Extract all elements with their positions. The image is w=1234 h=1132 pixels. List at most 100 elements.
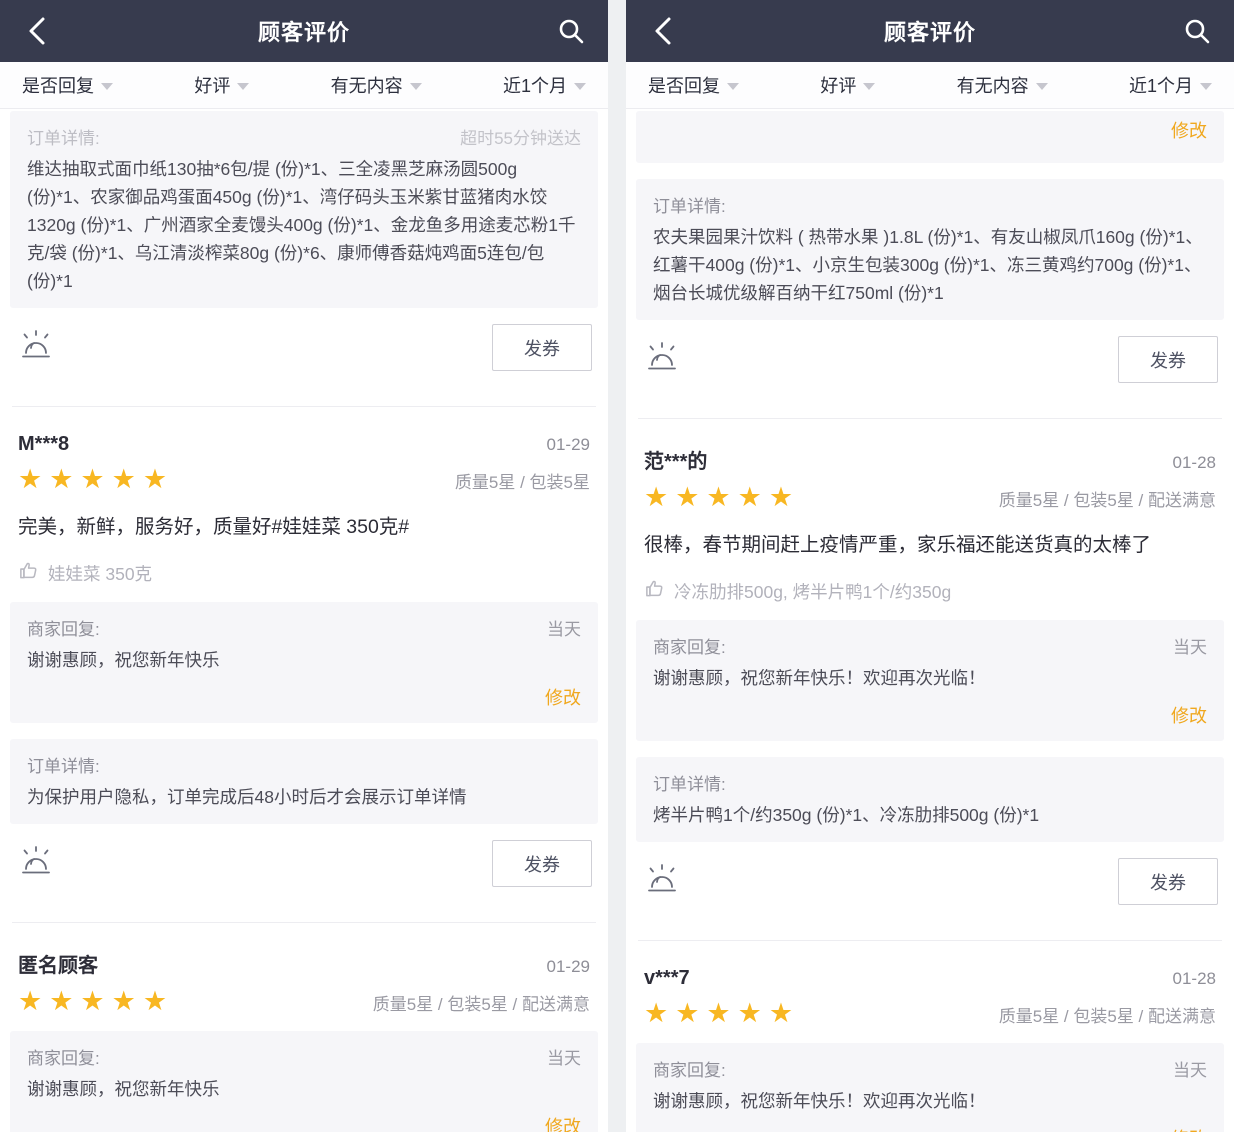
modify-reply-link[interactable]: 修改 (653, 1125, 1207, 1132)
rating-breakdown: 质量5星 / 包装5星 (455, 468, 590, 493)
chevron-down-icon (410, 83, 422, 90)
review-date: 01-28 (1173, 969, 1216, 989)
order-details-label: 订单详情: (27, 752, 100, 777)
merchant-reply-text: 谢谢惠顾，祝您新年快乐！欢迎再次光临！ (653, 664, 1207, 692)
review-card: M***8 01-29 ★★★★★ 质量5星 / 包装5星 完美，新鲜，服务好，… (10, 433, 598, 887)
filter-rating-label: 好评 (194, 72, 230, 98)
modify-reply-link[interactable]: 修改 (653, 117, 1207, 143)
alarm-icon[interactable] (18, 329, 54, 366)
modify-reply-link[interactable]: 修改 (653, 702, 1207, 728)
star-rating: ★★★★★ (18, 988, 174, 1015)
star-rating: ★★★★★ (18, 466, 174, 493)
dual-screenshot-container: 顾客评价 是否回复 好评 有无内容 近1个月 订单详情: 超时55分钟送达 维达… (0, 0, 1234, 1132)
order-privacy-note: 为保护用户隐私，订单完成后48小时后才会展示订单详情 (27, 783, 581, 811)
thumb-up-icon (18, 560, 39, 586)
alarm-icon[interactable] (18, 845, 54, 882)
rating-breakdown: 质量5星 / 包装5星 / 配送满意 (999, 486, 1216, 511)
page-title: 顾客评价 (258, 15, 350, 47)
thumb-up-icon (644, 578, 665, 604)
review-date: 01-29 (547, 435, 590, 455)
filter-period[interactable]: 近1个月 (1129, 72, 1212, 98)
filter-rating[interactable]: 好评 (820, 72, 875, 98)
page-title: 顾客评价 (884, 15, 976, 47)
back-icon[interactable] (20, 14, 54, 48)
left-screen: 顾客评价 是否回复 好评 有无内容 近1个月 订单详情: 超时55分钟送达 维达… (0, 0, 608, 1132)
filter-content-label: 有无内容 (957, 72, 1029, 98)
merchant-reply-label: 商家回复: (27, 615, 100, 640)
merchant-reply-label: 商家回复: (653, 633, 726, 658)
star-rating: ★★★★★ (644, 484, 800, 511)
order-details-box: 订单详情: 农夫果园果汁饮料 ( 热带水果 )1.8L (份)*1、有友山椒凤爪… (636, 179, 1224, 320)
order-details-label: 订单详情: (653, 770, 726, 795)
filter-reply-label: 是否回复 (648, 72, 720, 98)
alarm-icon[interactable] (644, 341, 680, 378)
issue-coupon-button[interactable]: 发券 (492, 840, 592, 887)
search-icon[interactable] (1180, 14, 1214, 48)
rating-breakdown: 质量5星 / 包装5星 / 配送满意 (999, 1002, 1216, 1027)
review-divider (638, 940, 1222, 941)
search-icon[interactable] (554, 14, 588, 48)
reviewer-name: v***7 (644, 967, 690, 990)
order-details-box: 订单详情: 为保护用户隐私，订单完成后48小时后才会展示订单详情 (10, 739, 598, 824)
filter-reply-status[interactable]: 是否回复 (648, 72, 739, 98)
right-app-header: 顾客评价 (626, 0, 1234, 62)
chevron-down-icon (1200, 83, 1212, 90)
filter-reply-label: 是否回复 (22, 72, 94, 98)
review-card: v***7 01-28 ★★★★★ 质量5星 / 包装5星 / 配送满意 商家回… (636, 967, 1224, 1132)
chevron-down-icon (727, 83, 739, 90)
merchant-reply-box: 商家回复: 当天 谢谢惠顾，祝您新年快乐！欢迎再次光临！ 修改 (636, 1043, 1224, 1132)
chevron-down-icon (101, 83, 113, 90)
alarm-icon[interactable] (644, 863, 680, 900)
rating-breakdown: 质量5星 / 包装5星 / 配送满意 (373, 990, 590, 1015)
reviewer-name: M***8 (18, 433, 69, 456)
reply-time: 当天 (1173, 1056, 1207, 1081)
filter-content[interactable]: 有无内容 (957, 72, 1048, 98)
filter-content[interactable]: 有无内容 (331, 72, 422, 98)
action-row: 发券 (644, 858, 1218, 905)
reply-time: 当天 (547, 1044, 581, 1069)
action-row: 发券 (18, 840, 592, 887)
review-divider (638, 418, 1222, 419)
review-card: 范***的 01-28 ★★★★★ 质量5星 / 包装5星 / 配送满意 很棒，… (636, 445, 1224, 905)
reviewer-name: 匿名顾客 (18, 949, 98, 978)
issue-coupon-button[interactable]: 发券 (1118, 858, 1218, 905)
review-divider (12, 406, 596, 407)
review-text: 很棒，春节期间赶上疫情严重，家乐福还能送货真的太棒了 (644, 531, 1216, 560)
filter-period-label: 近1个月 (503, 72, 567, 98)
order-details-label: 订单详情: (27, 124, 100, 149)
left-review-list: 订单详情: 超时55分钟送达 维达抽取式面巾纸130抽*6包/提 (份)*1、三… (0, 111, 608, 1132)
order-items: 农夫果园果汁饮料 ( 热带水果 )1.8L (份)*1、有友山椒凤爪160g (… (653, 223, 1207, 307)
merchant-reply-box: 商家回复: 当天 谢谢惠顾，祝您新年快乐 修改 (10, 1031, 598, 1132)
left-filter-bar: 是否回复 好评 有无内容 近1个月 (0, 62, 608, 108)
merchant-reply-text: 谢谢惠顾，祝您新年快乐 (27, 646, 581, 674)
right-filter-bar: 是否回复 好评 有无内容 近1个月 (626, 62, 1234, 108)
left-app-header: 顾客评价 (0, 0, 608, 62)
reviewer-name: 范***的 (644, 445, 707, 474)
filter-reply-status[interactable]: 是否回复 (22, 72, 113, 98)
right-screen: 顾客评价 是否回复 好评 有无内容 近1个月 修改 订单详情: 农夫果园果汁饮料… (626, 0, 1234, 1132)
reply-time: 当天 (547, 615, 581, 640)
filter-period[interactable]: 近1个月 (503, 72, 586, 98)
chevron-down-icon (237, 83, 249, 90)
action-row: 发券 (644, 336, 1218, 383)
back-icon[interactable] (646, 14, 680, 48)
merchant-reply-text: 谢谢惠顾，祝您新年快乐！欢迎再次光临！ (653, 1087, 1207, 1115)
filter-rating-label: 好评 (820, 72, 856, 98)
product-tag-label: 冷冻肋排500g, 烤半片鸭1个/约350g (674, 579, 951, 604)
modify-reply-link[interactable]: 修改 (27, 1113, 581, 1132)
review-date: 01-28 (1173, 453, 1216, 473)
chevron-down-icon (863, 83, 875, 90)
merchant-reply-box: 商家回复: 当天 谢谢惠顾，祝您新年快乐！欢迎再次光临！ 修改 (636, 620, 1224, 741)
merchant-reply-label: 商家回复: (653, 1056, 726, 1081)
chevron-down-icon (574, 83, 586, 90)
delivery-status: 超时55分钟送达 (460, 124, 581, 149)
modify-reply-link[interactable]: 修改 (27, 684, 581, 710)
filter-rating[interactable]: 好评 (194, 72, 249, 98)
merchant-reply-box: 修改 (636, 111, 1224, 163)
order-details-box: 订单详情: 烤半片鸭1个/约350g (份)*1、冷冻肋排500g (份)*1 (636, 757, 1224, 842)
issue-coupon-button[interactable]: 发券 (492, 324, 592, 371)
product-tag-label: 娃娃菜 350克 (48, 561, 152, 586)
review-divider (12, 922, 596, 923)
issue-coupon-button[interactable]: 发券 (1118, 336, 1218, 383)
action-row: 发券 (18, 324, 592, 371)
